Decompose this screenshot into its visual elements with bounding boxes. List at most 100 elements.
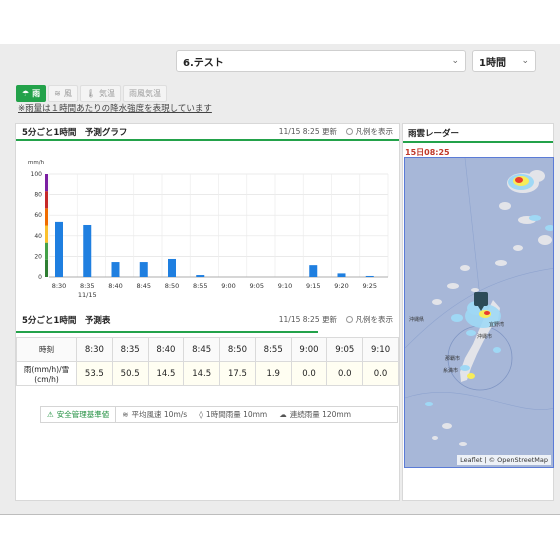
intensity-scale-segment: [45, 174, 48, 192]
time-cell: 9:00: [290, 337, 328, 362]
graph-legend-label: 凡例を表示: [355, 127, 394, 136]
radar-map-svg: 沖縄県 宜野湾 沖縄市 那覇市 糸満市: [405, 158, 553, 446]
place-label: 糸満市: [443, 367, 458, 374]
rain-cell: 53.5: [76, 361, 113, 386]
y-tick-label: 20: [34, 253, 42, 260]
x-tick-label: 8:40: [108, 282, 123, 290]
x-tick-label: 9:20: [334, 282, 349, 290]
graph-title: 5分ごと1時間 予測グラフ: [22, 127, 128, 138]
x-tick-label: 8:50: [165, 282, 180, 290]
criteria-safety-label: 安全管理基準値: [56, 410, 110, 419]
tab-temperature-label: 気温: [99, 89, 116, 98]
wind-icon: ≋: [122, 410, 129, 419]
y-tick-label: 0: [38, 274, 42, 281]
time-cell: 8:35: [111, 337, 149, 362]
table-title: 5分ごと1時間 予測表: [22, 315, 111, 326]
intensity-scale-segment: [45, 225, 48, 243]
table-progress-bar: [16, 331, 318, 333]
chart-bar: [55, 221, 63, 277]
point-select[interactable]: 6.テスト ⌄: [176, 50, 466, 72]
tab-rain-wind-temp-label: 雨風気温: [129, 89, 162, 98]
table-updated: 11/15 8:25 更新: [278, 315, 337, 324]
tab-wind-label: 風: [63, 89, 72, 98]
criteria-wind: ≋ 平均風速 10m/s: [116, 409, 193, 420]
graph-header: 5分ごと1時間 予測グラフ 11/15 8:25 更新 凡例を表示: [16, 124, 399, 141]
x-tick-label: 9:15: [306, 282, 321, 290]
radar-divider: [403, 141, 553, 143]
chart-bar: [196, 275, 205, 277]
safety-criteria-bar: ⚠ 安全管理基準値 ≋ 平均風速 10m/s ◊ 1時間雨量 10mm ☁ 連続…: [40, 406, 398, 423]
tab-wind[interactable]: ≋ 風: [48, 85, 78, 102]
drop-icon: ◊: [199, 410, 203, 419]
x-tick-label: 9:00: [221, 282, 236, 290]
tab-rain-wind-temp[interactable]: 雨風気温: [123, 85, 168, 102]
wind-icon: ≋: [54, 89, 61, 98]
y-axis-unit-label: mm/h: [28, 160, 45, 166]
intensity-scale-segment: [45, 259, 48, 277]
chart-bar: [168, 258, 176, 277]
x-tick-label: 9:10: [278, 282, 293, 290]
rain-cell: 14.5: [183, 361, 221, 386]
chart-bar: [111, 262, 120, 277]
time-row-label: 時刻: [16, 337, 77, 362]
place-label: 宜野湾: [489, 321, 504, 328]
time-cell: 8:50: [219, 337, 256, 362]
table-header: 5分ごと1時間 予測表 11/15 8:25 更新 凡例を表示: [16, 311, 399, 328]
table-row-time: 時刻 8:30 8:35 8:40 8:45 8:50 8:55 9:00 9:…: [16, 337, 399, 362]
y-tick-label: 60: [34, 212, 42, 219]
time-cell: 8:45: [183, 337, 221, 362]
intensity-scale-segment: [45, 242, 48, 260]
sea-boundary-line: [405, 392, 553, 410]
time-cell: 9:05: [326, 337, 364, 362]
weather-tabs: ☂ 雨 ≋ 風 🌡 気温 雨風気温: [16, 85, 168, 102]
criteria-wind-label: 平均風速 10m/s: [131, 410, 188, 419]
rain-cell: 0.0: [290, 361, 328, 386]
tab-rain-label: 雨: [32, 89, 41, 98]
interval-select-value: 1時間: [479, 57, 506, 69]
chevron-down-icon: ⌄: [451, 56, 459, 66]
x-tick-label: 8:35: [80, 282, 95, 290]
tab-temperature[interactable]: 🌡 気温: [79, 85, 122, 102]
cloud-icon: ☁: [279, 410, 287, 419]
x-tick-label: 8:45: [136, 282, 151, 290]
rain-cell: 17.5: [219, 361, 256, 386]
place-label: 沖縄県: [409, 316, 424, 323]
cloud-rain-icon: ☂: [22, 89, 30, 98]
rain-forecast-chart: mm/h 0 20 40 60 80 100 8:30 8:35 8:40 8:45 8:50 8:55…: [28, 160, 389, 299]
x-tick-label: 8:30: [52, 282, 67, 290]
chevron-down-icon: ⌄: [521, 56, 529, 66]
radar-map[interactable]: 沖縄県 宜野湾 沖縄市 那覇市 糸満市 Leaflet | © OpenStre…: [404, 157, 554, 468]
intensity-scale-segment: [45, 191, 48, 209]
chart-bar: [337, 273, 346, 277]
x-tick-label: 9:05: [249, 282, 264, 290]
y-tick-label: 100: [31, 171, 43, 178]
criteria-hourly-rain: ◊ 1時間雨量 10mm: [193, 409, 273, 420]
intensity-scale-segment: [45, 208, 48, 226]
tab-rain[interactable]: ☂ 雨: [16, 85, 47, 102]
criteria-continuous-rain-label: 連続雨量 120mm: [289, 410, 352, 419]
mid-islands: [432, 265, 479, 305]
radar-title: 雨雲レーダー: [408, 129, 460, 139]
interval-select[interactable]: 1時間 ⌄: [472, 50, 536, 72]
rain-cell: 50.5: [111, 361, 149, 386]
chart-bar: [365, 275, 374, 277]
y-tick-label: 80: [34, 192, 42, 199]
table-row-rain: 雨(mm/h)/雪(cm/h) 53.5 50.5 14.5 14.5 17.5…: [16, 361, 399, 386]
time-cell: 8:30: [76, 337, 113, 362]
map-attribution[interactable]: Leaflet | © OpenStreetMap: [457, 455, 551, 465]
time-cell: 9:10: [362, 337, 399, 362]
criteria-hourly-rain-label: 1時間雨量 10mm: [205, 410, 268, 419]
forecast-panel: 5分ごと1時間 予測グラフ 11/15 8:25 更新 凡例を表示 mm/h 0 2…: [15, 123, 400, 501]
x-tick-label: 8:55: [193, 282, 208, 290]
x-date-label: 11/15: [78, 291, 97, 299]
radio-icon: [345, 128, 353, 135]
table-legend-toggle[interactable]: 凡例を表示: [345, 314, 394, 325]
criteria-safety: ⚠ 安全管理基準値: [41, 407, 117, 422]
rain-cell: 1.9: [254, 361, 292, 386]
sea-boundary-line: [464, 158, 481, 299]
table-legend-label: 凡例を表示: [355, 315, 394, 324]
rain-cell: 14.5: [147, 361, 185, 386]
time-cell: 8:55: [254, 337, 292, 362]
graph-legend-toggle[interactable]: 凡例を表示: [345, 126, 394, 137]
thermometer-icon: 🌡: [85, 89, 97, 98]
